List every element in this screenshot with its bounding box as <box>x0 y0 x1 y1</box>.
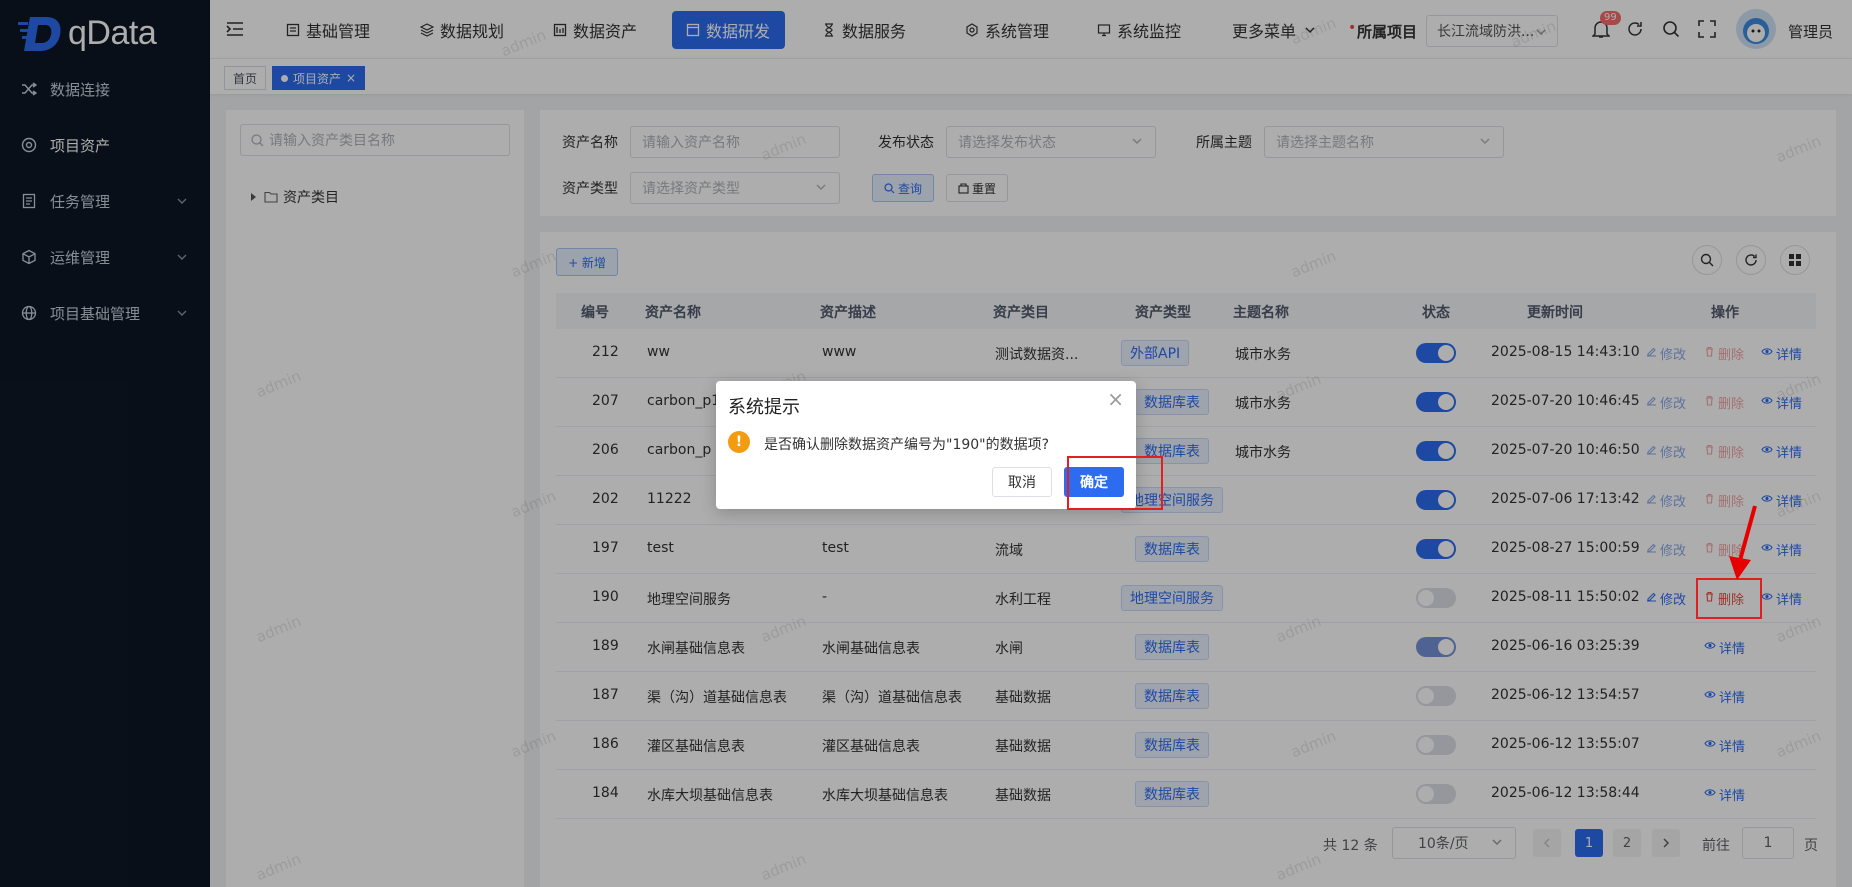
confirm-highlight-box <box>1067 456 1163 510</box>
annotation-arrow-icon <box>1729 505 1757 580</box>
dialog-message: 是否确认删除数据资产编号为"190"的数据项? <box>764 437 1050 453</box>
close-icon[interactable]: × <box>1107 387 1124 411</box>
delete-highlight-box <box>1696 578 1762 619</box>
warning-icon: ! <box>728 431 750 453</box>
cancel-button[interactable]: 取消 <box>992 467 1052 497</box>
dialog-title: 系统提示 <box>728 397 800 418</box>
button-label: 取消 <box>1008 475 1036 491</box>
